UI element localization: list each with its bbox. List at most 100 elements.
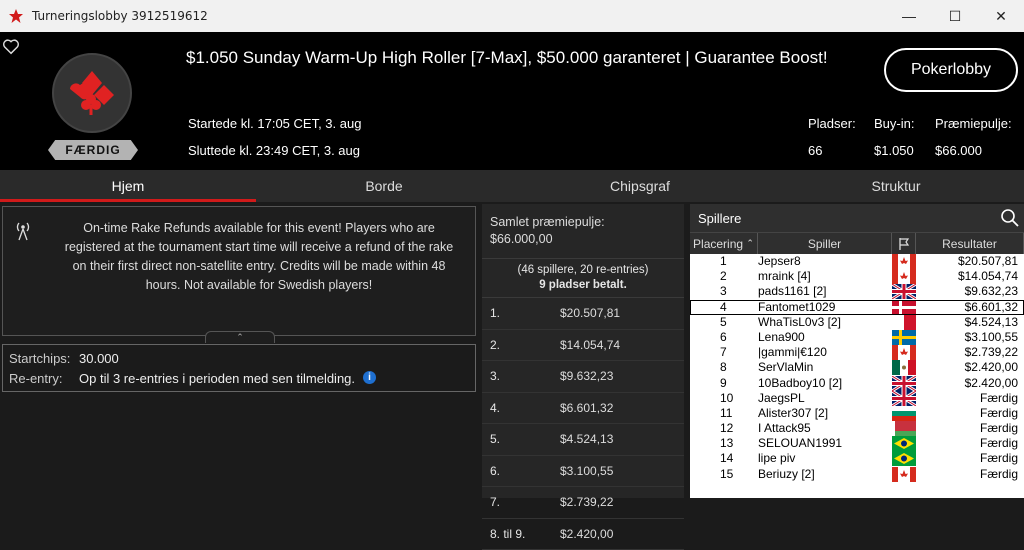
payout-place: 4.	[482, 401, 560, 415]
player-place: 13	[690, 436, 758, 451]
tab-structure[interactable]: Struktur	[768, 170, 1024, 202]
player-row[interactable]: 11Alister307 [2]Færdig	[690, 406, 1024, 421]
collapse-chevron-icon[interactable]: ⌃	[205, 331, 275, 343]
start-time: Startede kl. 17:05 CET, 3. aug	[188, 116, 361, 131]
player-name: 10Badboy10 [2]	[758, 376, 892, 391]
player-result: $20.507,81	[916, 254, 1024, 269]
search-icon[interactable]	[1000, 208, 1020, 228]
players-panel: Spillere Placering ⌃ Spiller Resultater …	[690, 204, 1024, 498]
belarus-flag-icon	[892, 421, 916, 436]
tournament-logo	[52, 53, 132, 133]
player-result: Færdig	[916, 436, 1024, 451]
pokerstars-star-icon	[8, 8, 24, 24]
player-result: $14.054,74	[916, 269, 1024, 284]
minimize-button[interactable]: —	[886, 0, 932, 32]
player-row[interactable]: 3pads1161 [2]$9.632,23	[690, 284, 1024, 299]
player-row[interactable]: 14lipe pivFærdig	[690, 451, 1024, 466]
payout-amount: $2.420,00	[560, 527, 613, 541]
payout-row: 6.$3.100,55	[482, 456, 684, 488]
player-row[interactable]: 12I Attack95Færdig	[690, 421, 1024, 436]
payout-amount: $3.100,55	[560, 464, 613, 478]
close-button[interactable]: ✕	[978, 0, 1024, 32]
uk-flag-icon	[892, 376, 916, 391]
player-result: Færdig	[916, 391, 1024, 406]
player-place: 2	[690, 269, 758, 284]
favorite-heart-icon[interactable]	[2, 38, 20, 56]
player-place: 15	[690, 467, 758, 482]
payout-amount: $20.507,81	[560, 306, 620, 320]
seats-value: 66	[808, 143, 822, 158]
tab-bar: Hjem Borde Chipsgraf Struktur	[0, 170, 1024, 202]
card-suits-icon	[66, 67, 118, 119]
canada-flag-icon	[892, 254, 916, 269]
player-row[interactable]: 2mraink [4] $14.054,74	[690, 269, 1024, 284]
startchips-label: Startchips:	[9, 351, 79, 366]
players-search-bar[interactable]: Spillere	[690, 204, 1024, 232]
pokerlobby-button[interactable]: Pokerlobby	[884, 48, 1018, 92]
reentry-label: Re-entry:	[9, 371, 79, 386]
payout-amount: $6.601,32	[560, 401, 613, 415]
player-row[interactable]: 10JaegsPLFærdig	[690, 391, 1024, 406]
status-badge: FÆRDIG	[48, 140, 138, 160]
malta-flag-icon	[892, 315, 916, 330]
payout-place: 2.	[482, 338, 560, 352]
player-place: 10	[690, 391, 758, 406]
player-place: 1	[690, 254, 758, 269]
payout-place: 6.	[482, 464, 560, 478]
uk-flag-icon	[892, 391, 916, 406]
player-row[interactable]: 13SELOUAN1991Færdig	[690, 436, 1024, 451]
player-place: 4	[690, 300, 758, 315]
tab-chipgraph[interactable]: Chipsgraf	[512, 170, 768, 202]
player-name: Fantomet1029	[758, 300, 892, 315]
player-result: $2.420,00	[916, 360, 1024, 375]
header-results[interactable]: Resultater	[916, 233, 1024, 254]
payout-place: 3.	[482, 369, 560, 383]
payout-row: 2.$14.054,74	[482, 330, 684, 362]
player-row[interactable]: 5WhaTisL0v3 [2]$4.524,13	[690, 315, 1024, 330]
announcement-box: On-time Rake Refunds available for this …	[2, 206, 476, 336]
players-table-header: Placering ⌃ Spiller Resultater	[690, 232, 1024, 254]
header-placement[interactable]: Placering ⌃	[690, 233, 758, 254]
payout-row: 3.$9.632,23	[482, 361, 684, 393]
player-place: 6	[690, 330, 758, 345]
player-row[interactable]: 1Jepser8$20.507,81	[690, 254, 1024, 269]
player-row[interactable]: 4Fantomet1029$6.601,32	[690, 300, 1024, 315]
payout-amount: $14.054,74	[560, 338, 620, 352]
player-row[interactable]: 15Beriuzy [2]Færdig	[690, 467, 1024, 482]
prizepool-value: $66.000	[935, 143, 982, 158]
tab-home[interactable]: Hjem	[0, 170, 256, 202]
announcement-text: On-time Rake Refunds available for this …	[59, 219, 459, 295]
prize-panel: Samlet præmiepulje: $66.000,00 (46 spill…	[482, 204, 684, 498]
payout-row: 4.$6.601,32	[482, 393, 684, 425]
player-row[interactable]: 6Lena900$3.100,55	[690, 330, 1024, 345]
prizepool-total-label: Samlet præmiepulje:	[490, 214, 676, 231]
player-row[interactable]: 7|gammi|€120$2.739,22	[690, 345, 1024, 360]
payout-row: 5.$4.524,13	[482, 424, 684, 456]
player-result: $2.420,00	[916, 376, 1024, 391]
broadcast-antenna-icon	[15, 221, 31, 241]
payout-amount: $9.632,23	[560, 369, 613, 383]
buyin-label: Buy-in:	[874, 116, 914, 131]
flag-column-icon[interactable]	[892, 233, 916, 254]
player-result: $4.524,13	[916, 315, 1024, 330]
window-titlebar: Turneringslobby 3912519612 — ☐ ✕	[0, 0, 1024, 32]
prizepool-total-value: $66.000,00	[490, 231, 676, 248]
player-row[interactable]: 910Badboy10 [2]$2.420,00	[690, 376, 1024, 391]
sweden-flag-icon	[892, 330, 916, 345]
players-search-label: Spillere	[698, 211, 741, 226]
window-title: Turneringslobby 3912519612	[32, 9, 208, 23]
canada-flag-icon	[892, 467, 916, 482]
uk-flag-icon	[892, 284, 916, 299]
info-icon[interactable]: i	[363, 371, 376, 384]
paid-places-text: 9 pladser betalt.	[482, 278, 684, 293]
tab-tables[interactable]: Borde	[256, 170, 512, 202]
maximize-button[interactable]: ☐	[932, 0, 978, 32]
canada-flag-icon	[892, 345, 916, 360]
player-result: Færdig	[916, 451, 1024, 466]
player-name: mraink [4]	[758, 269, 892, 284]
header-player[interactable]: Spiller	[758, 233, 892, 254]
canada-flag-icon	[892, 269, 916, 284]
player-result: $9.632,23	[916, 284, 1024, 299]
payout-row: 7.$2.739,22	[482, 487, 684, 519]
player-row[interactable]: 8SerVlaMin$2.420,00	[690, 360, 1024, 375]
